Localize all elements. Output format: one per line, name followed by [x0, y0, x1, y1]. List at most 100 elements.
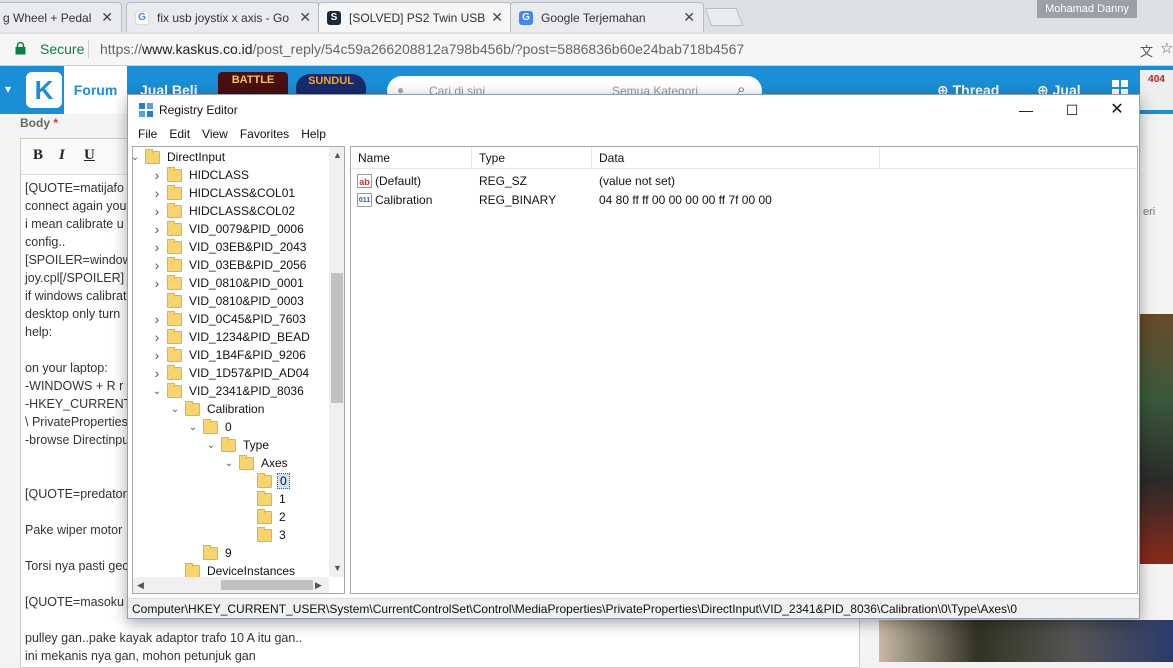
chevron-right-icon[interactable]: ›: [151, 257, 163, 273]
column-data[interactable]: Data: [592, 147, 880, 169]
close-tab-icon[interactable]: ✕: [299, 9, 311, 26]
browser-tab[interactable]: G fix usb joystix x axis - Go ✕: [126, 2, 320, 32]
tree-node[interactable]: 3: [241, 526, 288, 544]
value-type: REG_SZ: [479, 174, 528, 188]
tree-node-label: DeviceInstances: [207, 564, 296, 577]
column-name[interactable]: Name: [351, 147, 472, 169]
ad-image[interactable]: [1138, 314, 1173, 564]
tree-node[interactable]: › HIDCLASS&COL02: [151, 202, 297, 220]
steam-icon: S: [327, 10, 341, 25]
menu-edit[interactable]: Edit: [163, 125, 196, 145]
new-tab-button[interactable]: [704, 8, 744, 26]
related-thumbnails[interactable]: [879, 620, 1173, 662]
chevron-down-icon[interactable]: ▾: [5, 82, 11, 96]
tree-node[interactable]: ⌄ VID_2341&PID_8036: [151, 382, 306, 400]
tree-node[interactable]: 0: [241, 472, 290, 490]
scroll-thumb[interactable]: [331, 273, 343, 403]
tree-node[interactable]: › VID_0079&PID_0006: [151, 220, 306, 238]
tree-node[interactable]: › VID_0C45&PID_7603: [151, 310, 308, 328]
chevron-down-icon[interactable]: ⌄: [151, 385, 163, 397]
scroll-up-icon[interactable]: ▲: [333, 150, 342, 160]
tree-node[interactable]: › HIDCLASS: [151, 166, 251, 184]
underline-button[interactable]: U: [84, 147, 95, 164]
registry-editor-window[interactable]: Registry Editor — ☐ ✕ File Edit View Fav…: [127, 94, 1140, 619]
chevron-right-icon[interactable]: ›: [151, 185, 163, 201]
scroll-down-icon[interactable]: ▼: [333, 563, 342, 573]
tree-node[interactable]: › VID_0810&PID_0001: [151, 274, 306, 292]
menu-file[interactable]: File: [132, 125, 163, 145]
title-bar[interactable]: Registry Editor — ☐ ✕: [128, 95, 1139, 125]
tree-node[interactable]: › VID_1B4F&PID_9206: [151, 346, 308, 364]
chevron-right-icon[interactable]: ›: [151, 203, 163, 219]
tree-node[interactable]: ⌄ Calibration: [169, 400, 266, 418]
tree-node[interactable]: 1: [241, 490, 288, 508]
scroll-right-icon[interactable]: ▶: [315, 580, 322, 591]
italic-button[interactable]: I: [59, 147, 65, 164]
tree-node-label: VID_0079&PID_0006: [189, 222, 304, 236]
lock-icon: [15, 42, 26, 55]
chevron-down-icon[interactable]: ⌄: [187, 421, 199, 433]
key-tree-pane[interactable]: ⌄ DirectInput › HIDCLASS › HIDCLASS&COL01 › HID…: [132, 146, 345, 594]
tree-node[interactable]: ⌄ 0: [187, 418, 234, 436]
bold-button[interactable]: B: [33, 147, 43, 164]
tree-node[interactable]: › VID_03EB&PID_2043: [151, 238, 308, 256]
menu-favorites[interactable]: Favorites: [234, 125, 295, 145]
minimize-icon[interactable]: —: [1003, 95, 1049, 125]
browser-tab[interactable]: g Wheel + Pedal g ✕: [0, 2, 122, 32]
value-row[interactable]: 011 Calibration REG_BINARY 04 80 ff ff 0…: [351, 191, 1137, 210]
avatar[interactable]: 404: [1140, 70, 1173, 110]
tab-title: g Wheel + Pedal g: [3, 10, 96, 25]
close-icon[interactable]: ✕: [1094, 95, 1140, 125]
kaskus-logo[interactable]: K: [26, 72, 62, 108]
chevron-right-icon[interactable]: ›: [151, 221, 163, 237]
tree-node[interactable]: › HIDCLASS&COL01: [151, 184, 297, 202]
chevron-right-icon[interactable]: ›: [151, 347, 163, 363]
column-type[interactable]: Type: [472, 147, 592, 169]
tree-node[interactable]: 9: [187, 544, 234, 562]
close-tab-icon[interactable]: ✕: [683, 9, 695, 26]
value-row[interactable]: ab (Default) REG_SZ (value not set): [351, 172, 1137, 191]
chevron-right-icon[interactable]: ›: [151, 239, 163, 255]
registry-icon: [139, 103, 153, 117]
tree-node[interactable]: VID_0810&PID_0003: [151, 292, 306, 310]
tree-node[interactable]: › VID_1234&PID_BEAD: [151, 328, 312, 346]
chevron-right-icon[interactable]: ›: [151, 311, 163, 327]
menu-help[interactable]: Help: [295, 125, 332, 145]
user-profile-badge[interactable]: Mohamad Danny: [1037, 0, 1137, 18]
scroll-left-icon[interactable]: ◀: [137, 580, 144, 591]
horizontal-scrollbar[interactable]: ◀ ▶: [133, 577, 329, 593]
key-tree[interactable]: ⌄ DirectInput › HIDCLASS › HIDCLASS&COL01 › HID…: [133, 147, 329, 577]
url-text[interactable]: https://www.kaskus.co.id/post_reply/54c5…: [100, 41, 744, 57]
browser-tab[interactable]: S [SOLVED] PS2 Twin USB ( ✕: [318, 2, 512, 32]
chevron-right-icon[interactable]: ›: [151, 365, 163, 381]
tree-node[interactable]: DeviceInstances: [169, 562, 297, 577]
chevron-right-icon[interactable]: ›: [151, 275, 163, 291]
star-icon[interactable]: ☆: [1160, 39, 1173, 57]
tree-node[interactable]: › VID_03EB&PID_2056: [151, 256, 308, 274]
menu-view[interactable]: View: [196, 125, 234, 145]
address-bar[interactable]: Secure https://www.kaskus.co.id/post_rep…: [0, 34, 1173, 66]
values-pane[interactable]: Name Type Data ab (Default) REG_SZ (valu…: [350, 146, 1138, 594]
tree-node[interactable]: ⌄ DirectInput: [133, 148, 227, 166]
browser-tab[interactable]: G Google Terjemahan ✕: [510, 2, 704, 32]
chevron-down-icon[interactable]: ⌄: [169, 403, 181, 415]
tree-node-label: 0: [277, 473, 290, 489]
chevron-right-icon[interactable]: ›: [151, 167, 163, 183]
close-tab-icon[interactable]: ✕: [101, 9, 113, 26]
maximize-icon[interactable]: ☐: [1049, 95, 1095, 125]
translate-icon[interactable]: 文: [1140, 41, 1153, 60]
vertical-scrollbar[interactable]: ▲ ▼: [329, 147, 344, 577]
scroll-thumb[interactable]: [221, 580, 313, 590]
chevron-right-icon[interactable]: ›: [151, 329, 163, 345]
tree-node[interactable]: 2: [241, 508, 288, 526]
tree-node[interactable]: ⌄ Axes: [223, 454, 290, 472]
chevron-down-icon[interactable]: ⌄: [133, 151, 141, 163]
tree-node[interactable]: ⌄ Type: [205, 436, 271, 454]
chevron-down-icon[interactable]: ⌄: [223, 457, 235, 469]
forum-nav[interactable]: Forum: [64, 66, 127, 114]
close-tab-icon[interactable]: ✕: [491, 9, 503, 26]
chevron-down-icon[interactable]: ⌄: [205, 439, 217, 451]
tree-node[interactable]: › VID_1D57&PID_AD04: [151, 364, 311, 382]
